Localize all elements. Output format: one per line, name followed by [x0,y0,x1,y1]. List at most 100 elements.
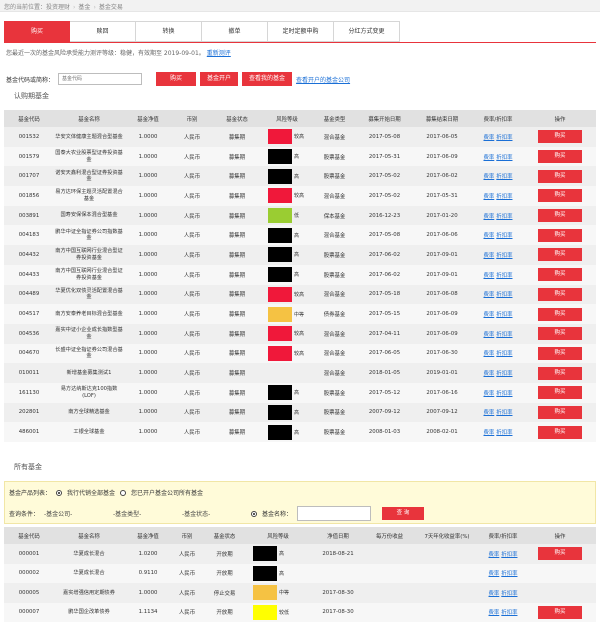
discount-rate-link[interactable]: 折扣率 [501,591,517,597]
discount-rate-link[interactable]: 折扣率 [496,155,512,161]
buy-button[interactable]: 购买 [538,150,582,164]
fee-rate-link[interactable]: 费率 [484,410,495,416]
buy-button[interactable]: 购买 [538,346,582,360]
breadcrumb-item[interactable]: 基金交易 [90,4,122,11]
fee-rate-link[interactable]: 费率 [489,571,500,577]
reassess-link[interactable]: 重新测评 [207,50,231,57]
fee-rate-link[interactable]: 费率 [489,552,500,558]
fund-name-input[interactable] [297,506,372,521]
buy-button[interactable]: 购买 [538,307,582,321]
fee-rate-link[interactable]: 费率 [484,194,495,200]
fund-type-select[interactable]: -基金类型- [113,509,177,518]
discount-rate-link[interactable]: 折扣率 [496,391,512,397]
opened-companies-link[interactable]: 查看开户的基金公司 [296,75,350,84]
discount-rate-link[interactable]: 折扣率 [501,610,517,616]
discount-rate-link[interactable]: 折扣率 [496,371,512,377]
fee-rate-link[interactable]: 费率 [489,610,500,616]
buy-button[interactable]: 购买 [538,268,582,282]
fee-rate-link[interactable]: 费率 [484,155,495,161]
tab-fixed-investment[interactable]: 定时定额申购 [268,21,334,42]
open-account-button[interactable]: 基金开户 [200,72,239,86]
fund-code-input[interactable] [58,73,143,85]
buy-button[interactable]: 购买 [538,248,582,262]
discount-rate-link[interactable]: 折扣率 [496,253,512,259]
action-cell: 购买 [524,225,596,246]
buy-button[interactable]: 购买 [538,547,582,561]
buy-button[interactable]: 购买 [538,605,582,619]
buy-button[interactable]: 购买 [538,228,582,242]
discount-rate-link[interactable]: 折扣率 [496,194,512,200]
buy-button[interactable]: 购买 [538,405,582,419]
per-10k-income [367,583,412,603]
raise-start-date: 2008-01-03 [357,422,412,442]
discount-rate-link[interactable]: 折扣率 [496,430,512,436]
tab-convert[interactable]: 转换 [136,21,202,42]
buy-button[interactable]: 购买 [538,425,582,439]
breadcrumb-item[interactable]: 基金 [70,4,90,11]
buy-button[interactable]: 购买 [538,130,582,144]
buy-button[interactable]: 购买 [538,327,582,341]
fee-rate-link[interactable]: 费率 [484,273,495,279]
tab-dividend[interactable]: 分红方式变更 [334,21,400,42]
discount-rate-link[interactable]: 折扣率 [496,174,512,180]
fee-rate-link[interactable]: 费率 [484,332,495,338]
risk-color-swatch [268,247,292,263]
fee-rate-link[interactable]: 费率 [484,233,495,239]
discount-rate-link[interactable]: 折扣率 [496,351,512,357]
fee-rate-link[interactable]: 费率 [484,135,495,141]
query-button[interactable]: 查 询 [382,507,425,520]
my-funds-button[interactable]: 查看我的基金 [242,72,293,86]
raise-start-date: 2017-05-31 [357,146,412,167]
risk-cell: 高 [262,264,312,285]
buy-button[interactable]: 购买 [538,209,582,223]
fund-name: 鹏华国企改革债券 [54,602,124,622]
buy-button[interactable]: 购买 [538,366,582,380]
discount-rate-link[interactable]: 折扣率 [501,571,517,577]
fee-rate-link[interactable]: 费率 [484,253,495,259]
discount-rate-link[interactable]: 折扣率 [496,214,512,220]
fee-rate-link[interactable]: 费率 [484,371,495,377]
fee-links-cell: 费率 折扣率 [472,363,524,383]
fee-rate-link[interactable]: 费率 [484,430,495,436]
fee-rate-link[interactable]: 费率 [489,591,500,597]
fund-nav: 1.0000 [124,382,172,403]
buy-button[interactable]: 购买 [538,386,582,400]
tab-cancel[interactable]: 撤单 [202,21,268,42]
fee-rate-link[interactable]: 费率 [484,214,495,220]
risk-color-swatch [268,326,292,342]
buy-button[interactable]: 购买 [538,169,582,183]
radio-opened-company-funds[interactable] [120,489,127,496]
risk-cell: 较高 [262,343,312,364]
buy-button[interactable]: 购买 [538,287,582,301]
discount-rate-link[interactable]: 折扣率 [496,233,512,239]
tab-redeem[interactable]: 赎回 [70,21,136,42]
column-header: 币别 [172,110,212,127]
discount-rate-link[interactable]: 折扣率 [501,552,517,558]
fee-rate-link[interactable]: 费率 [484,351,495,357]
buy-button[interactable]: 购买 [538,189,582,203]
discount-rate-link[interactable]: 折扣率 [496,312,512,318]
discount-rate-link[interactable]: 折扣率 [496,332,512,338]
subscription-fund-table: 基金代码 基金名称 基金净值 币别 基金状态 风险等级 基金类型 募集开始日期 募集结束日期 费率… [4,110,596,442]
raise-end-date: 2017-05-31 [412,186,472,206]
fund-company-select[interactable]: -基金公司- [44,509,108,518]
radio-fund-name[interactable] [251,510,258,517]
breadcrumb: 您的当前位置：投资理财基金基金交易 [0,0,600,12]
discount-rate-link[interactable]: 折扣率 [496,273,512,279]
fee-rate-link[interactable]: 费率 [484,312,495,318]
fee-rate-link[interactable]: 费率 [484,292,495,298]
radio-all-agency-funds[interactable] [56,489,63,496]
risk-level: 中等 [262,306,312,322]
column-header: 净值日期 [309,527,367,544]
discount-rate-link[interactable]: 折扣率 [496,410,512,416]
action-cell: 购买 [524,402,596,423]
discount-rate-link[interactable]: 折扣率 [496,135,512,141]
fee-rate-link[interactable]: 费率 [484,391,495,397]
search-buy-button[interactable]: 购买 [156,72,197,86]
column-header: 每万份收益 [367,527,412,544]
discount-rate-link[interactable]: 折扣率 [496,292,512,298]
fee-rate-link[interactable]: 费率 [484,174,495,180]
fund-status-select[interactable]: -基金状态- [182,509,246,518]
fund-nav: 1.0000 [124,422,172,442]
tab-buy[interactable]: 购买 [4,21,70,42]
